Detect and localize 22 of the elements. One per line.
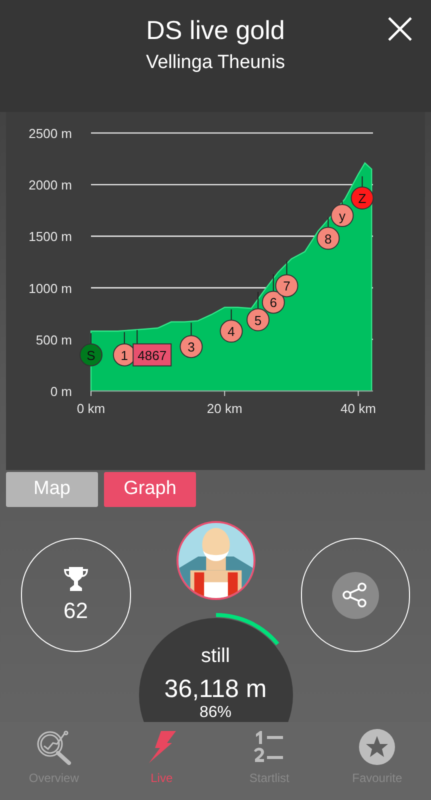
- magnifier-chart-icon: [34, 729, 73, 765]
- view-tab[interactable]: Graph: [104, 472, 196, 507]
- y-tick-label: 2000 m: [28, 178, 72, 193]
- y-tick-label: 2500 m: [28, 126, 72, 141]
- page-title: DS live gold: [146, 14, 285, 46]
- remaining-distance: 36,118 m: [164, 674, 267, 704]
- trophy-icon: [62, 566, 89, 592]
- x-tick-label: 20 km: [206, 401, 242, 416]
- y-tick-label: 1500 m: [28, 229, 72, 244]
- y-tick-label: 0 m: [50, 384, 72, 399]
- share-icon: [341, 581, 370, 609]
- numbered-list-icon: [253, 730, 286, 764]
- x-tick-label: 0 km: [76, 401, 106, 416]
- x-tick-label: 40 km: [340, 401, 376, 416]
- progress-percent: 86%: [199, 704, 232, 722]
- rank-value: 62: [64, 598, 88, 624]
- remaining-label: still: [201, 644, 230, 668]
- y-tick-label: 500 m: [36, 332, 72, 348]
- athlete-name: Vellinga Theunis: [146, 51, 286, 75]
- y-tick-label: 1000 m: [28, 280, 72, 296]
- lightning-icon: [146, 730, 177, 764]
- close-icon: [387, 16, 413, 42]
